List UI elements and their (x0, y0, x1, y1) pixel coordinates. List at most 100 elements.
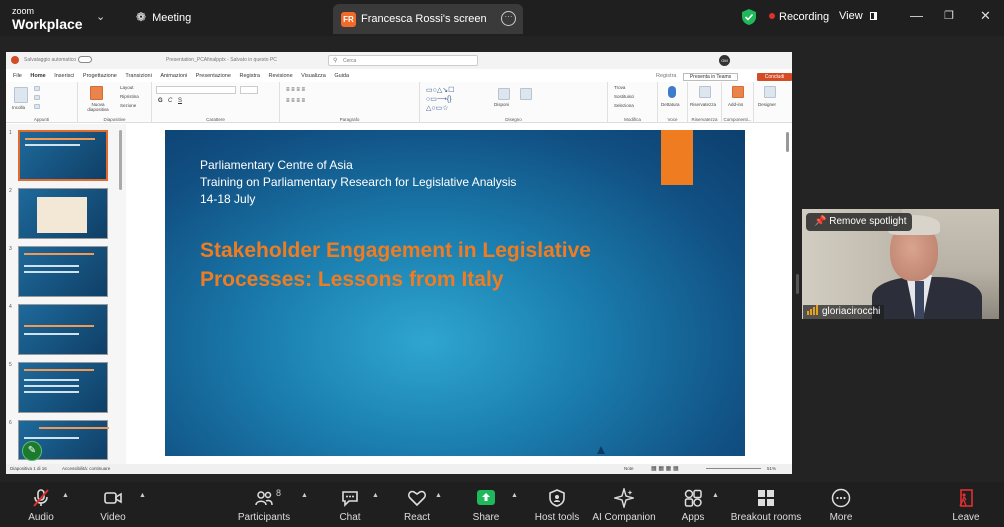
slide-scrollbar[interactable] (785, 128, 790, 464)
arrange-icon[interactable] (498, 88, 510, 100)
restore-icon[interactable]: ❐ (944, 9, 954, 22)
new-slide-icon[interactable] (90, 86, 103, 100)
font-size-select[interactable] (240, 86, 258, 94)
react-button[interactable]: React (396, 482, 438, 527)
menu-item[interactable]: Guida (334, 70, 349, 82)
layout-button[interactable]: Layout (120, 85, 134, 90)
slide-thumbnail[interactable] (18, 304, 108, 355)
menu-item[interactable]: Presentazione (196, 70, 231, 82)
menu-item[interactable]: Transizioni (125, 70, 151, 82)
paw-icon: ❁ (136, 10, 147, 24)
conclude-button[interactable]: Concludi (757, 73, 792, 81)
autosave-label: Salvataggio automatico (24, 57, 76, 63)
zoom-slider[interactable] (706, 468, 761, 469)
designer-icon[interactable] (764, 86, 776, 98)
font-name-select[interactable] (156, 86, 236, 94)
more-button[interactable]: More (822, 482, 860, 527)
record-button[interactable]: Registra (656, 70, 676, 82)
search-icon: ⚲ (333, 58, 338, 64)
group-label: Modifica (624, 117, 641, 122)
slide-title: Stakeholder Engagement in Legislative Pr… (200, 239, 591, 291)
pen-tool-button[interactable]: ✎ (22, 441, 42, 461)
chat-button[interactable]: Chat (330, 482, 370, 527)
autosave-toggle[interactable] (78, 56, 92, 63)
audio-button[interactable]: Audio (20, 482, 62, 527)
chat-options-chevron-icon[interactable]: ▲ (372, 492, 379, 499)
view-buttons[interactable]: ▦ ▦ ▦ ▦ (651, 464, 679, 474)
menu-item[interactable]: Visualizza (301, 70, 326, 82)
remove-spotlight-button[interactable]: 📌 Remove spotlight (806, 213, 912, 231)
menu-item[interactable]: Registra (239, 70, 259, 82)
meeting-tab[interactable]: ❁ Meeting (136, 10, 191, 24)
host-tools-button[interactable]: Host tools (530, 482, 584, 527)
bold-icon[interactable]: G (158, 98, 163, 104)
share-screen-icon (477, 490, 495, 505)
find-button[interactable]: Trova (614, 85, 625, 90)
apps-options-chevron-icon[interactable]: ▲ (712, 492, 719, 499)
bullets-icon[interactable]: ≡ ≡ ≡ ≡ (286, 87, 305, 93)
quick-styles-icon[interactable] (520, 88, 532, 100)
apps-button[interactable]: Apps (676, 482, 710, 527)
menu-item[interactable]: Animazioni (160, 70, 187, 82)
thumbnail-scrollbar[interactable] (119, 130, 122, 190)
paste-icon[interactable] (14, 87, 28, 103)
ribbon-group-paragraph: ≡ ≡ ≡ ≡ ≡ ≡ ≡ ≡ Paragrafo (280, 82, 420, 123)
shapes-gallery[interactable]: ▭○△↘☐ ○▭⟶{} △○▭☆ (426, 86, 486, 112)
minimize-icon[interactable]: — (910, 8, 923, 23)
slide-thumbnail[interactable] (18, 362, 108, 413)
cut-icon[interactable] (34, 86, 40, 91)
close-icon[interactable]: ✕ (980, 8, 991, 24)
participants-button[interactable]: 8 Participants (235, 482, 293, 527)
shared-screen-tab[interactable]: FR Francesca Rossi's screen ··· (333, 4, 523, 34)
slide-thumbnail[interactable] (18, 130, 108, 181)
share-options-chevron-icon[interactable]: ▲ (511, 492, 518, 499)
more-options-icon[interactable]: ··· (501, 11, 516, 26)
account-avatar[interactable]: GM (719, 55, 730, 66)
sensitivity-icon[interactable] (699, 86, 711, 98)
powerpoint-icon (11, 56, 19, 64)
share-button[interactable]: Share (466, 482, 506, 527)
slide-thumbnail[interactable] (18, 188, 108, 239)
underline-icon[interactable]: S (178, 98, 182, 104)
view-button[interactable]: View (839, 10, 877, 22)
replace-button[interactable]: Sostituisci (614, 94, 634, 99)
menu-item[interactable]: Progettazione (83, 70, 117, 82)
slide-canvas[interactable]: Parliamentary Centre of Asia Training on… (165, 130, 745, 456)
menu-item[interactable]: File (13, 70, 22, 82)
copy-icon[interactable] (34, 95, 40, 100)
present-in-teams-button[interactable]: Presenta in Teams (683, 73, 738, 81)
notes-button[interactable]: Note (624, 464, 634, 474)
search-box[interactable]: ⚲ Cerca (328, 55, 478, 66)
italic-icon[interactable]: C (168, 98, 172, 104)
video-button[interactable]: Video (92, 482, 134, 527)
breakout-rooms-button[interactable]: Breakout rooms (730, 482, 802, 527)
microphone-icon[interactable] (668, 86, 676, 98)
select-button[interactable]: Seleziona (614, 103, 634, 108)
video-options-chevron-icon[interactable]: ▲ (139, 492, 146, 499)
slide-thumbnail[interactable] (18, 246, 108, 297)
zoom-level[interactable]: 51% (767, 464, 776, 474)
audio-options-chevron-icon[interactable]: ▲ (62, 492, 69, 499)
addins-icon[interactable] (732, 86, 744, 98)
section-button[interactable]: Sezione (120, 103, 136, 108)
recording-indicator[interactable]: Recording (769, 11, 829, 23)
menu-item[interactable]: Revisione (268, 70, 292, 82)
menu-item[interactable]: Inserisci (54, 70, 74, 82)
align-icon[interactable]: ≡ ≡ ≡ ≡ (286, 98, 305, 104)
thumb-number: 4 (9, 304, 12, 310)
shared-presentation-window: Salvataggio automatico Presentation_PCAf… (6, 52, 792, 474)
zoom-logo[interactable]: zoom Workplace (12, 6, 83, 32)
accessibility-status[interactable]: Accessibilità: continuare (62, 464, 110, 474)
group-label: Disegno (505, 117, 522, 122)
panel-resize-handle[interactable] (796, 274, 799, 294)
ribbon-group-designer: Designer (754, 82, 786, 123)
react-options-chevron-icon[interactable]: ▲ (435, 492, 442, 499)
format-painter-icon[interactable] (34, 104, 40, 109)
chevron-down-icon[interactable]: ⌄ (96, 10, 105, 23)
shield-check-icon[interactable] (742, 9, 756, 25)
view-label: View (839, 10, 863, 22)
ai-companion-button[interactable]: AI Companion (592, 482, 656, 527)
participants-options-chevron-icon[interactable]: ▲ (301, 492, 308, 499)
reset-button[interactable]: Ripristina (120, 94, 139, 99)
leave-button[interactable]: Leave (948, 482, 984, 527)
